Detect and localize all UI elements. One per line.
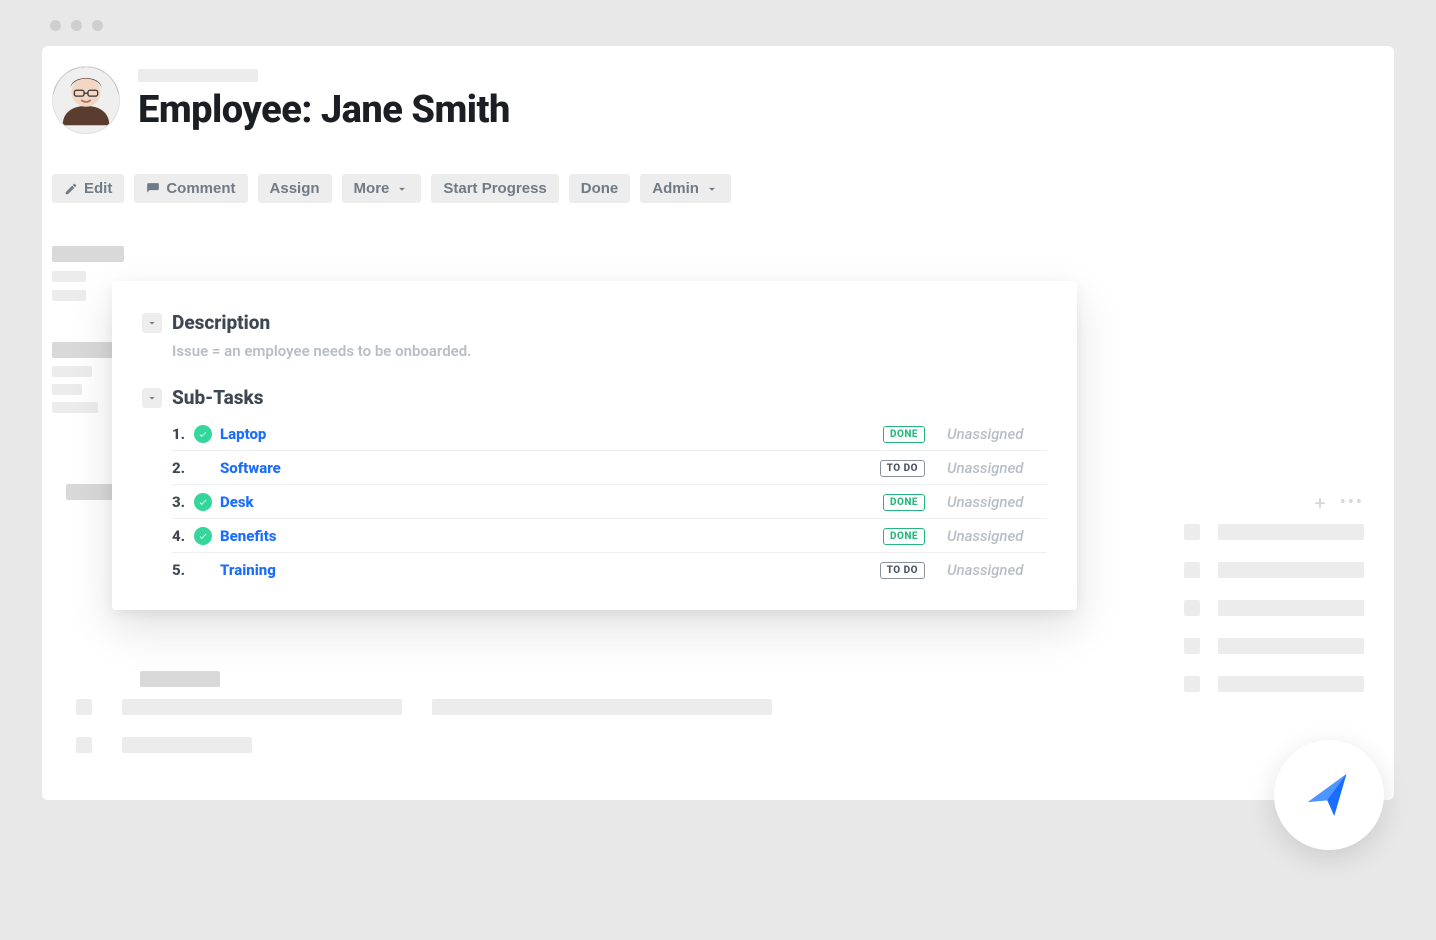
task-row[interactable]: 2. Software TO DO Unassigned <box>172 451 1047 485</box>
task-row[interactable]: 4. Benefits DONE Unassigned <box>172 519 1047 553</box>
check-icon <box>194 527 212 545</box>
plus-icon[interactable]: + <box>1314 493 1325 513</box>
subtasks-list: 1. Laptop DONE Unassigned 2. Software TO DO Una… <box>172 417 1047 586</box>
edit-button[interactable]: Edit <box>52 174 124 203</box>
task-number: 2. <box>172 459 194 477</box>
task-number: 4. <box>172 527 194 545</box>
check-icon <box>194 493 212 511</box>
more-button[interactable]: More <box>342 174 422 203</box>
status-badge-done: DONE <box>883 494 925 511</box>
task-assignee: Unassigned <box>947 527 1047 545</box>
start-progress-label: Start Progress <box>443 180 546 197</box>
window-dot <box>92 20 103 31</box>
chevron-down-icon <box>146 392 158 404</box>
task-assignee: Unassigned <box>947 425 1047 443</box>
more-label: More <box>354 180 390 197</box>
skeleton <box>52 402 98 413</box>
chevron-down-icon <box>705 182 719 196</box>
send-icon <box>1301 767 1357 823</box>
status-badge-todo: TO DO <box>880 562 925 579</box>
comment-icon <box>146 182 160 196</box>
done-label: Done <box>581 180 619 197</box>
skeleton <box>52 384 82 395</box>
more-icon[interactable]: ••• <box>1340 492 1364 513</box>
task-row[interactable]: 3. Desk DONE Unassigned <box>172 485 1047 519</box>
admin-button[interactable]: Admin <box>640 174 731 203</box>
sidebar-skeleton <box>1184 524 1364 714</box>
skeleton <box>52 366 92 377</box>
task-link[interactable]: Laptop <box>220 425 266 443</box>
status-badge-done: DONE <box>883 528 925 545</box>
task-link[interactable]: Benefits <box>220 527 277 545</box>
comment-label: Comment <box>166 180 235 197</box>
skeleton <box>52 290 86 301</box>
task-number: 3. <box>172 493 194 511</box>
task-meta: DONE Unassigned <box>883 527 1047 545</box>
avatar <box>52 66 120 134</box>
app-frame: Employee: Jane Smith Edit Comment Assign… <box>12 0 1424 890</box>
description-header[interactable]: Description <box>142 311 1047 334</box>
collapse-toggle[interactable] <box>142 388 162 408</box>
description-text: Issue = an employee needs to be onboarde… <box>172 342 1047 360</box>
status-badge-done: DONE <box>883 426 925 443</box>
task-assignee: Unassigned <box>947 561 1047 579</box>
task-meta: TO DO Unassigned <box>880 561 1047 579</box>
skeleton <box>52 271 86 282</box>
card-actions: + ••• <box>1314 492 1364 513</box>
brand-fab[interactable] <box>1274 740 1384 850</box>
content-window: Employee: Jane Smith Edit Comment Assign… <box>42 46 1394 800</box>
description-title: Description <box>172 311 270 334</box>
subtasks-header[interactable]: Sub-Tasks <box>142 386 1047 409</box>
task-meta: TO DO Unassigned <box>880 459 1047 477</box>
assign-button[interactable]: Assign <box>258 174 332 203</box>
task-number: 5. <box>172 561 194 579</box>
task-row[interactable]: 1. Laptop DONE Unassigned <box>172 417 1047 451</box>
task-row[interactable]: 5. Training TO DO Unassigned <box>172 553 1047 586</box>
check-icon <box>194 425 212 443</box>
pencil-icon <box>64 182 78 196</box>
skeleton <box>52 246 124 262</box>
task-assignee: Unassigned <box>947 459 1047 477</box>
done-button[interactable]: Done <box>569 174 631 203</box>
window-dot <box>71 20 82 31</box>
start-progress-button[interactable]: Start Progress <box>431 174 558 203</box>
detail-card: Description Issue = an employee needs to… <box>112 281 1077 610</box>
collapse-toggle[interactable] <box>142 313 162 333</box>
window-controls <box>50 20 103 31</box>
page-header: Employee: Jane Smith <box>52 66 510 134</box>
task-link[interactable]: Software <box>220 459 281 477</box>
page-title: Employee: Jane Smith <box>138 88 510 132</box>
toolbar: Edit Comment Assign More Start Progress … <box>52 174 731 203</box>
task-assignee: Unassigned <box>947 493 1047 511</box>
subtasks-title: Sub-Tasks <box>172 386 264 409</box>
window-dot <box>50 20 61 31</box>
admin-label: Admin <box>652 180 699 197</box>
task-meta: DONE Unassigned <box>883 493 1047 511</box>
chevron-down-icon <box>146 317 158 329</box>
task-link[interactable]: Training <box>220 561 276 579</box>
task-meta: DONE Unassigned <box>883 425 1047 443</box>
breadcrumb-placeholder <box>138 69 258 82</box>
assign-label: Assign <box>270 180 320 197</box>
chevron-down-icon <box>395 182 409 196</box>
status-badge-todo: TO DO <box>880 460 925 477</box>
comment-button[interactable]: Comment <box>134 174 247 203</box>
edit-label: Edit <box>84 180 112 197</box>
task-link[interactable]: Desk <box>220 493 254 511</box>
task-number: 1. <box>172 425 194 443</box>
bottom-skeleton <box>76 671 836 775</box>
